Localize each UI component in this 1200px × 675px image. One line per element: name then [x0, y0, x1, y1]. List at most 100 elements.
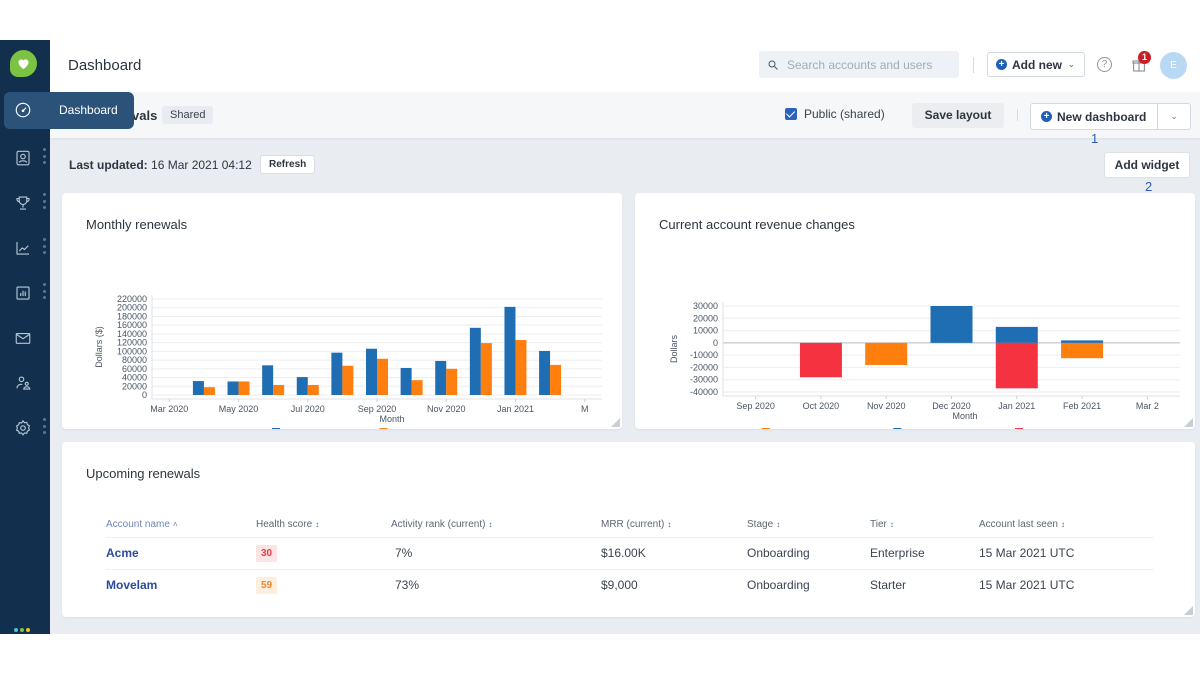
cell-activity: 7% — [391, 537, 601, 570]
annotation-2: 2 — [1145, 179, 1153, 194]
sidebar-item-settings[interactable] — [10, 415, 36, 441]
bar-mrr-up-for-renewal — [469, 327, 481, 395]
resize-handle[interactable] — [611, 418, 620, 427]
column-header-label: Activity rank (current) — [391, 518, 486, 530]
help-icon[interactable]: ? — [1097, 57, 1112, 72]
y-tick-label: 20000 — [122, 381, 147, 391]
y-tick-label: 120000 — [117, 338, 147, 348]
bar-mrr-renewed — [480, 343, 492, 395]
x-tick-label: M — [581, 404, 589, 414]
shared-tag: Shared — [162, 106, 214, 124]
x-tick-label: Jan 2021 — [497, 404, 534, 414]
x-tick-label: Sep 2020 — [736, 401, 775, 411]
x-tick-label: Sep 2020 — [358, 404, 397, 414]
bar-mrr-renewed — [446, 368, 458, 395]
table-row[interactable]: Movelam 59 73% $9,000 Onboarding Starter 15 Ma… — [106, 569, 1154, 601]
legend-label: Account Lost MRR — [1027, 428, 1103, 429]
divider — [1017, 109, 1018, 121]
y-tick-label: -40000 — [690, 387, 718, 397]
column-header[interactable]: Stage ↕ — [747, 512, 870, 538]
sidebar-item-reports[interactable] — [10, 280, 36, 306]
cell-stage: Onboarding — [747, 537, 870, 570]
cell-last-seen: 15 Mar 2021 UTC — [979, 537, 1154, 570]
plus-circle-icon: + — [1041, 111, 1052, 122]
resize-handle[interactable] — [1184, 606, 1193, 615]
resize-handle[interactable] — [1184, 418, 1193, 427]
settings-menu-dots[interactable] — [42, 418, 46, 434]
bar-mrr-up-for-renewal — [227, 381, 239, 395]
public-checkbox[interactable] — [785, 108, 797, 120]
bar-mrr-renewed — [377, 358, 388, 395]
column-header[interactable]: Account name ˄ — [106, 512, 256, 538]
sort-icon: ↕ — [667, 519, 672, 529]
annotation-1: 1 — [1091, 131, 1099, 146]
bar-mrr-up-for-renewal — [262, 365, 274, 395]
legend-swatch — [1015, 428, 1023, 429]
bar-mrr-renewed — [238, 381, 250, 395]
legend-swatch — [272, 428, 280, 429]
bar-mrr-up-for-renewal — [296, 377, 308, 395]
add-widget-button[interactable]: Add widget — [1104, 152, 1190, 178]
legend-swatch — [379, 428, 388, 429]
y-tick-label: 0 — [142, 390, 147, 400]
save-layout-button[interactable]: Save layout — [912, 103, 1004, 128]
cell-health: 59 — [256, 569, 391, 601]
table-row[interactable]: Acme 30 7% $16.00K Onboarding Enterprise 15 Ma… — [106, 537, 1154, 570]
monthly-renewals-chart: 0200004000060000800001000001200001400001… — [94, 294, 602, 429]
bar-mrr-renewed — [342, 365, 354, 395]
account-link[interactable]: Acme — [106, 537, 256, 570]
user-avatar[interactable]: E — [1160, 52, 1187, 79]
y-tick-label: 40000 — [122, 373, 147, 383]
sidebar-item-users[interactable] — [10, 370, 36, 396]
dashboard-name[interactable]: vals — [132, 108, 157, 123]
column-header[interactable]: Tier ↕ — [870, 512, 979, 538]
column-header[interactable]: Account last seen ↕ — [979, 512, 1154, 538]
public-toggle[interactable]: Public (shared) — [785, 107, 885, 121]
refresh-button[interactable]: Refresh — [260, 155, 316, 174]
sidebar-item-accounts[interactable] — [10, 145, 36, 171]
accounts-icon — [16, 150, 30, 166]
accounts-menu-dots[interactable] — [42, 148, 46, 164]
goals-menu-dots[interactable] — [42, 193, 46, 209]
add-new-button[interactable]: + Add new ⌄ — [987, 52, 1085, 77]
sort-icon: ↕ — [315, 519, 320, 529]
legend-label: MRR up for renewal — [284, 428, 364, 429]
search-input[interactable] — [787, 57, 947, 72]
x-tick-label: Jul 2020 — [291, 404, 325, 414]
sidebar-item-messages[interactable] — [10, 325, 36, 351]
y-tick-label: 0 — [713, 338, 718, 348]
chevron-down-icon[interactable]: ⌄ — [1158, 111, 1190, 122]
top-bar: Dashboard + Add new ⌄ ? 1 E — [50, 40, 1200, 92]
x-tick-label: Dec 2020 — [932, 401, 971, 411]
bar-account-expansion-mrr — [995, 326, 1038, 343]
y-axis-label: Dollars — [669, 335, 679, 364]
public-label: Public (shared) — [804, 107, 885, 121]
plus-circle-icon: + — [996, 59, 1007, 70]
new-dashboard-button[interactable]: + New dashboard — [1031, 104, 1158, 129]
sidebar-item-dashboard-tooltip[interactable]: Dashboard — [4, 92, 134, 129]
app-logo[interactable] — [10, 50, 37, 77]
column-header-label: Tier — [870, 518, 887, 530]
x-tick-label: Nov 2020 — [867, 401, 906, 411]
dashboard-header: vals Shared Public (shared) Save layout … — [50, 92, 1200, 138]
dashboard-gauge-icon — [10, 97, 36, 123]
reports-menu-dots[interactable] — [42, 283, 46, 299]
revenue-changes-chart: -40000 -30000 -20000 -10000 0 10000 20000 30000… — [669, 301, 1180, 429]
y-tick-label: 20000 — [693, 313, 718, 323]
sidebar-item-trends[interactable] — [10, 235, 36, 261]
column-header[interactable]: MRR (current) ↕ — [601, 512, 747, 538]
y-tick-label: 200000 — [117, 303, 147, 313]
sidebar-item-goals[interactable] — [10, 190, 36, 216]
bar-mrr-up-for-renewal — [400, 367, 412, 395]
page-title: Dashboard — [68, 57, 142, 74]
y-tick-label: -20000 — [690, 362, 718, 372]
chevron-down-icon: ⌄ — [1068, 60, 1075, 69]
account-link[interactable]: Movelam — [106, 569, 256, 601]
sort-icon: ↕ — [1060, 519, 1065, 529]
search-box[interactable] — [759, 51, 959, 78]
column-header[interactable]: Activity rank (current) ↕ — [391, 512, 601, 538]
users-icon — [16, 376, 31, 390]
trends-menu-dots[interactable] — [42, 238, 46, 254]
y-axis-label: Dollars ($) — [94, 326, 104, 368]
column-header[interactable]: Health score ↕ — [256, 512, 391, 538]
